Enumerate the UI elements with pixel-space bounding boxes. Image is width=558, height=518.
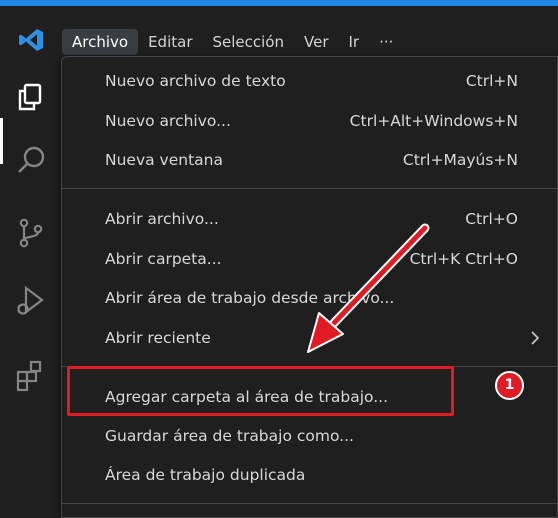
menu-item-duplicate-workspace[interactable]: Área de trabajo duplicada bbox=[62, 455, 557, 495]
vscode-logo-icon[interactable] bbox=[18, 28, 44, 52]
chevron-right-icon bbox=[531, 331, 540, 345]
menu-seleccion[interactable]: Selección bbox=[203, 29, 295, 55]
menu-ir[interactable]: Ir bbox=[339, 29, 370, 55]
menu-item-label: Abrir área de trabajo desde archivo... bbox=[105, 289, 395, 307]
menu-item-open-workspace-from-file[interactable]: Abrir área de trabajo desde archivo... bbox=[62, 278, 557, 318]
menu-item-label: Abrir reciente bbox=[105, 329, 211, 347]
menu-item-new-file[interactable]: Nuevo archivo... Ctrl+Alt+Windows+N bbox=[62, 101, 557, 141]
menu-item-label: Abrir carpeta... bbox=[105, 250, 222, 268]
menu-item-shortcut: Ctrl+Mayús+N bbox=[402, 151, 518, 169]
explorer-icon[interactable] bbox=[14, 80, 48, 114]
menu-item-label: Área de trabajo duplicada bbox=[105, 466, 306, 484]
menu-ver[interactable]: Ver bbox=[294, 29, 339, 55]
menu-item-save-workspace-as[interactable]: Guardar área de trabajo como... bbox=[62, 416, 557, 456]
menu-item-open-file[interactable]: Abrir archivo... Ctrl+O bbox=[62, 199, 557, 239]
menu-separator bbox=[62, 503, 557, 504]
menu-item-new-text-file[interactable]: Nuevo archivo de texto Ctrl+N bbox=[62, 61, 557, 101]
source-control-icon[interactable] bbox=[14, 216, 48, 250]
menu-item-label: Nuevo archivo... bbox=[105, 112, 231, 130]
menu-item-label: Nueva ventana bbox=[105, 151, 223, 169]
menu-archivo[interactable]: Archivo bbox=[62, 29, 139, 55]
menu-editar[interactable]: Editar bbox=[138, 29, 202, 55]
search-icon[interactable] bbox=[14, 144, 48, 178]
file-menu-dropdown: Nuevo archivo de texto Ctrl+N Nuevo arch… bbox=[61, 56, 558, 518]
menu-item-shortcut: Ctrl+O bbox=[465, 210, 518, 228]
menu-item-label: Guardar área de trabajo como... bbox=[105, 427, 354, 445]
menu-item-label: Abrir archivo... bbox=[105, 210, 219, 228]
extensions-icon[interactable] bbox=[14, 358, 48, 392]
menu-item-shortcut: Ctrl+N bbox=[465, 72, 518, 90]
menu-bar: Archivo Editar Selección Ver Ir ··· bbox=[62, 28, 403, 56]
step-badge: 1 bbox=[495, 371, 524, 400]
menu-item-open-recent[interactable]: Abrir reciente bbox=[62, 318, 557, 358]
menu-more[interactable]: ··· bbox=[369, 29, 403, 55]
run-debug-icon[interactable] bbox=[14, 284, 48, 318]
menu-item-label: Nuevo archivo de texto bbox=[105, 72, 286, 90]
title-bar: Archivo Editar Selección Ver Ir ··· bbox=[0, 6, 558, 58]
menu-item-shortcut: Ctrl+K Ctrl+O bbox=[409, 250, 518, 268]
menu-separator bbox=[62, 188, 557, 189]
menu-item-new-window[interactable]: Nueva ventana Ctrl+Mayús+N bbox=[62, 140, 557, 180]
menu-item-shortcut: Ctrl+Alt+Windows+N bbox=[349, 112, 518, 130]
highlight-box bbox=[67, 366, 454, 416]
menu-item-open-folder[interactable]: Abrir carpeta... Ctrl+K Ctrl+O bbox=[62, 239, 557, 279]
activity-bar bbox=[0, 58, 60, 518]
active-view-indicator bbox=[0, 118, 3, 164]
